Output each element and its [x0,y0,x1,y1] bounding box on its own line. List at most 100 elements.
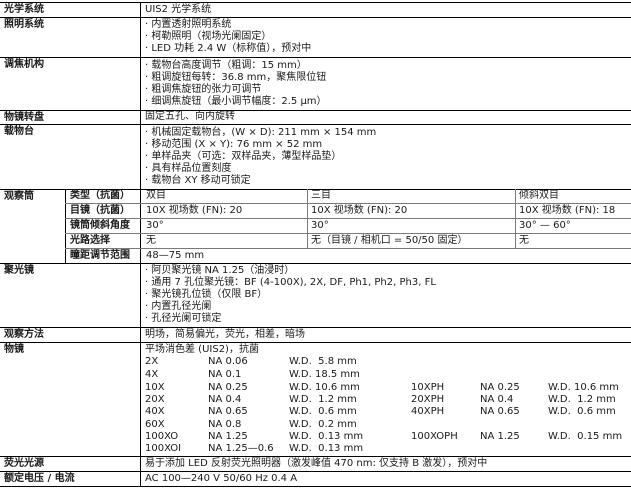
sub-label-ipd: 瞳距调节范围 [70,250,130,261]
objective-wd: W.D. 1.2 mm [289,394,357,405]
list-item: · 机械固定载物台，(W × D): 211 mm × 154 mm [145,127,377,138]
row-label: 物镜 [4,344,24,355]
objective-wd: W.D. 0.6 mm [548,406,616,417]
objective-mag: 40X [145,406,165,417]
objective-wd: W.D. 5.8 mm [289,356,357,367]
sub-row-divider [65,218,631,219]
objective-wd: W.D. 10.6 mm [548,382,619,393]
list-item: · 细调焦旋钮（最小调节幅度：2.5 μm） [145,96,327,107]
list-item: · LED 功耗 2.4 W（标称值），预对中 [145,43,312,54]
list-item: · 粗调焦旋钮的张力可调节 [145,84,262,95]
row-stage: 载物台 · 机械固定载物台，(W × D): 211 mm × 154 mm ·… [0,125,631,188]
cell: 30° [311,220,329,231]
objective-mag: 60X [145,419,165,430]
cell: 无（目镜 / 相机口 = 50/50 固定） [311,235,468,246]
objective-na: NA 0.25 [480,382,520,393]
sub-row-divider [65,233,631,234]
cell: 10X 视场数 (FN): 20 [146,205,243,216]
list-item: · 阿贝聚光镜 NA 1.25（油浸时） [145,265,295,276]
row-value: 固定五孔、向内旋转 [145,111,235,122]
objective-wd: W.D. 18.5 mm [289,369,360,380]
sub-row-divider [65,248,631,249]
row-value: UIS2 光学系统 [145,4,212,15]
list-item: · 载物台 XY 移动可锁定 [145,175,251,186]
cell: 30° [146,220,164,231]
list-item: · 柯勒照明（视场光阑固定） [145,31,272,42]
row-value: AC 100—240 V 50/60 Hz 0.4 A [145,473,298,484]
row-value: 易于添加 LED 反射荧光照明器（激发峰值 470 nm: 仅支持 B 激发），… [145,458,488,469]
list-item: · 载物台高度调节（粗调：15 mm） [145,60,307,71]
objectives-heading: 平场消色差 (UIS2)，抗菌 [145,344,259,355]
row-label: 聚光镜 [4,265,34,276]
objective-na: NA 0.4 [480,394,514,405]
sub-label-type: 类型（抗菌） [70,190,130,201]
row-label: 观察筒 [4,191,34,202]
cell: 三目 [311,190,331,201]
row-power: 额定电压 / 电流 AC 100—240 V 50/60 Hz 0.4 A [0,472,631,486]
row-value: 明场，简易偏光，荧光，相差，暗场 [145,329,305,340]
cell: 30° — 60° [519,220,571,231]
cell: 10X 视场数 (FN): 20 [311,205,408,216]
list-item: · 聚光镜孔位锁（仅限 BF） [145,289,268,300]
sub-row-divider [65,203,631,204]
row-label: 载物台 [4,126,34,137]
objective-mag: 100XO [145,431,179,442]
list-item: · 内置透射照明系统 [145,19,232,30]
row-label: 观察方法 [4,329,44,340]
objective-wd: W.D. 0.6 mm [289,406,357,417]
row-nosepiece: 物镜转盘 固定五孔、向内旋转 [0,111,631,124]
row-illumination: 照明系统 · 内置透射照明系统 · 柯勒照明（视场光阑固定） · LED 功耗 … [0,18,631,57]
cell: 倾斜双目 [519,190,559,201]
row-label: 照明系统 [4,19,44,30]
objective-na: NA 0.1 [208,369,242,380]
sub-label-divider [65,189,66,263]
sub-label-tilt: 镜筒倾斜角度 [70,220,130,231]
objective-na: NA 0.06 [208,356,248,367]
row-optical-system: 光学系统 UIS2 光学系统 [0,3,631,17]
row-label: 额定电压 / 电流 [4,473,75,484]
objective-na: NA 0.25 [208,382,248,393]
col-divider [515,189,516,249]
list-item: · 具有样品位置刻度 [145,163,232,174]
objective-mag: 2X [145,356,159,367]
row-label: 荧光光源 [4,458,44,469]
objective-wd: W.D. 10.6 mm [289,382,360,393]
table-bottom-border [0,486,631,487]
objective-mag: 4X [145,369,159,380]
row-label: 物镜转盘 [4,112,44,123]
row-condenser: 聚光镜 · 阿贝聚光镜 NA 1.25（油浸时） · 通用 7 孔位聚光镜：BF… [0,264,631,326]
list-item: · 粗调旋钮每转：36.8 mm，聚焦限位钮 [145,72,327,83]
objective-mag: 40XPH [411,406,445,417]
objective-mag: 20XPH [411,394,445,405]
list-item: · 单样品夹（可选：双样品夹，薄型样品垫） [145,151,342,162]
objective-mag: 10X [145,382,165,393]
objective-na: NA 0.4 [208,394,242,405]
list-item: · 通用 7 孔位聚光镜：BF (4-100X), 2X, DF, Ph1, P… [145,277,436,288]
row-methods: 观察方法 明场，简易偏光，荧光，相差，暗场 [0,328,631,342]
objective-na: NA 1.25 [208,431,248,442]
objective-mag: 20X [145,394,165,405]
objective-wd: W.D. 1.2 mm [548,394,616,405]
objective-mag: 100XOPH [411,431,458,442]
cell: 无 [146,235,156,246]
objective-wd: W.D. 0.2 mm [289,419,357,430]
list-item: · 孔径光阑可锁定 [145,313,222,324]
objective-na: NA 0.8 [208,419,242,430]
objective-na: NA 0.65 [208,406,248,417]
row-fluorescence: 荧光光源 易于添加 LED 反射荧光照明器（激发峰值 470 nm: 仅支持 B… [0,457,631,471]
col-divider [307,189,308,249]
cell: 无 [519,235,529,246]
objective-wd: W.D. 0.13 mm [289,431,364,442]
cell: 48—75 mm [146,250,205,261]
sub-label-light-path: 光路选择 [70,235,110,246]
row-label: 光学系统 [4,4,44,15]
objective-na: NA 1.25—0.6 [208,443,274,454]
sub-label-eyepiece: 目镜（抗菌） [70,205,130,216]
objective-wd: W.D. 0.15 mm [548,431,623,442]
objective-na: NA 1.25 [480,431,520,442]
objective-wd: W.D. 0.13 mm [289,443,364,454]
row-label: 调焦机构 [4,59,44,70]
objective-mag: 10XPH [411,382,445,393]
list-item: · 内置孔径光阑 [145,301,212,312]
list-item: · 移动范围 (X × Y): 76 mm × 52 mm [145,139,323,150]
